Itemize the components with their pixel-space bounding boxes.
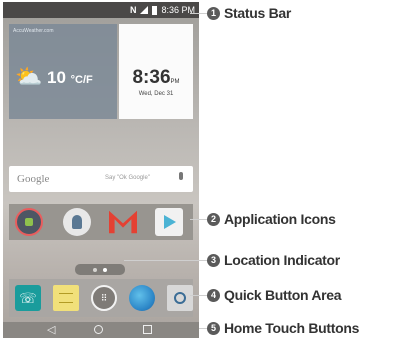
home-button[interactable] [94,325,103,334]
callout-line-4 [190,295,207,296]
callout-number: 5 [207,321,220,335]
microphone-icon[interactable] [179,172,183,180]
clock-date: Wed, Dec 31 [138,91,174,97]
weather-source: AccuWeather.com [13,28,54,34]
temperature: 10 °C/F [47,68,93,88]
callout-application-icons: 2 Application Icons [207,211,336,227]
status-bar[interactable]: N 8:36 PM [3,2,199,18]
clock-time-value: 8:36 [132,67,171,88]
messaging-icon[interactable] [53,285,79,311]
callout-label: Location Indicator [224,252,340,268]
callout-line-2 [190,219,207,220]
partly-sunny-icon: ⛅ [15,64,43,89]
callout-status-bar: 1 Status Bar [207,5,291,21]
status-time: 8:36 PM [161,5,195,15]
callout-number: 3 [207,253,220,267]
callout-label: Application Icons [224,211,336,227]
recent-apps-button[interactable] [143,325,152,334]
callout-location-indicator: 3 Location Indicator [207,252,340,268]
apps-folder-icon[interactable] [15,208,43,236]
temperature-unit: °C/F [70,74,93,86]
camera-icon[interactable] [167,285,193,311]
callout-number: 2 [207,212,220,226]
google-logo: Google [17,173,50,185]
play-store-icon[interactable] [155,208,183,236]
status-icons: N 8:36 PM [130,2,195,18]
clock-widget[interactable]: 8:36PM Wed, Dec 31 [119,24,193,119]
callout-line-5 [199,328,207,329]
phone-icon[interactable]: ☏ [15,285,41,311]
google-search-bar[interactable]: Google Say "Ok Google" [9,166,193,192]
callout-home-touch-buttons: 5 Home Touch Buttons [207,320,359,336]
clock-ampm: PM [170,79,180,85]
callout-number: 4 [207,288,220,302]
application-icons-row [9,204,193,240]
callout-line-3 [124,260,207,261]
contacts-icon[interactable] [63,208,91,236]
callout-number: 1 [207,6,220,20]
back-button[interactable]: ◁ [47,323,55,337]
nfc-icon: N [129,5,137,15]
gmail-icon[interactable] [109,210,137,234]
location-indicator[interactable] [75,264,125,275]
home-touch-buttons: ◁ [3,322,199,338]
callout-line-1 [190,13,207,14]
clock-time: 8:36PM [119,67,193,89]
phone-screen: N 8:36 PM AccuWeather.com ⛅ 10 °C/F 8:36… [3,2,199,338]
callout-label: Home Touch Buttons [224,320,360,336]
weather-widget[interactable]: AccuWeather.com ⛅ 10 °C/F [9,24,117,119]
battery-icon [152,5,158,15]
callout-label: Status Bar [224,5,292,21]
signal-icon [140,6,149,14]
callout-label: Quick Button Area [224,287,342,303]
page-dot [93,268,97,272]
voice-search-hint: Say "Ok Google" [105,175,150,181]
apps-drawer-icon[interactable]: ⠿ [91,285,117,311]
quick-button-area: ☏ ⠿ [9,279,193,317]
page-dot-active [103,268,107,272]
temperature-value: 10 [47,68,66,87]
callout-quick-button-area: 4 Quick Button Area [207,287,342,303]
browser-icon[interactable] [129,285,155,311]
